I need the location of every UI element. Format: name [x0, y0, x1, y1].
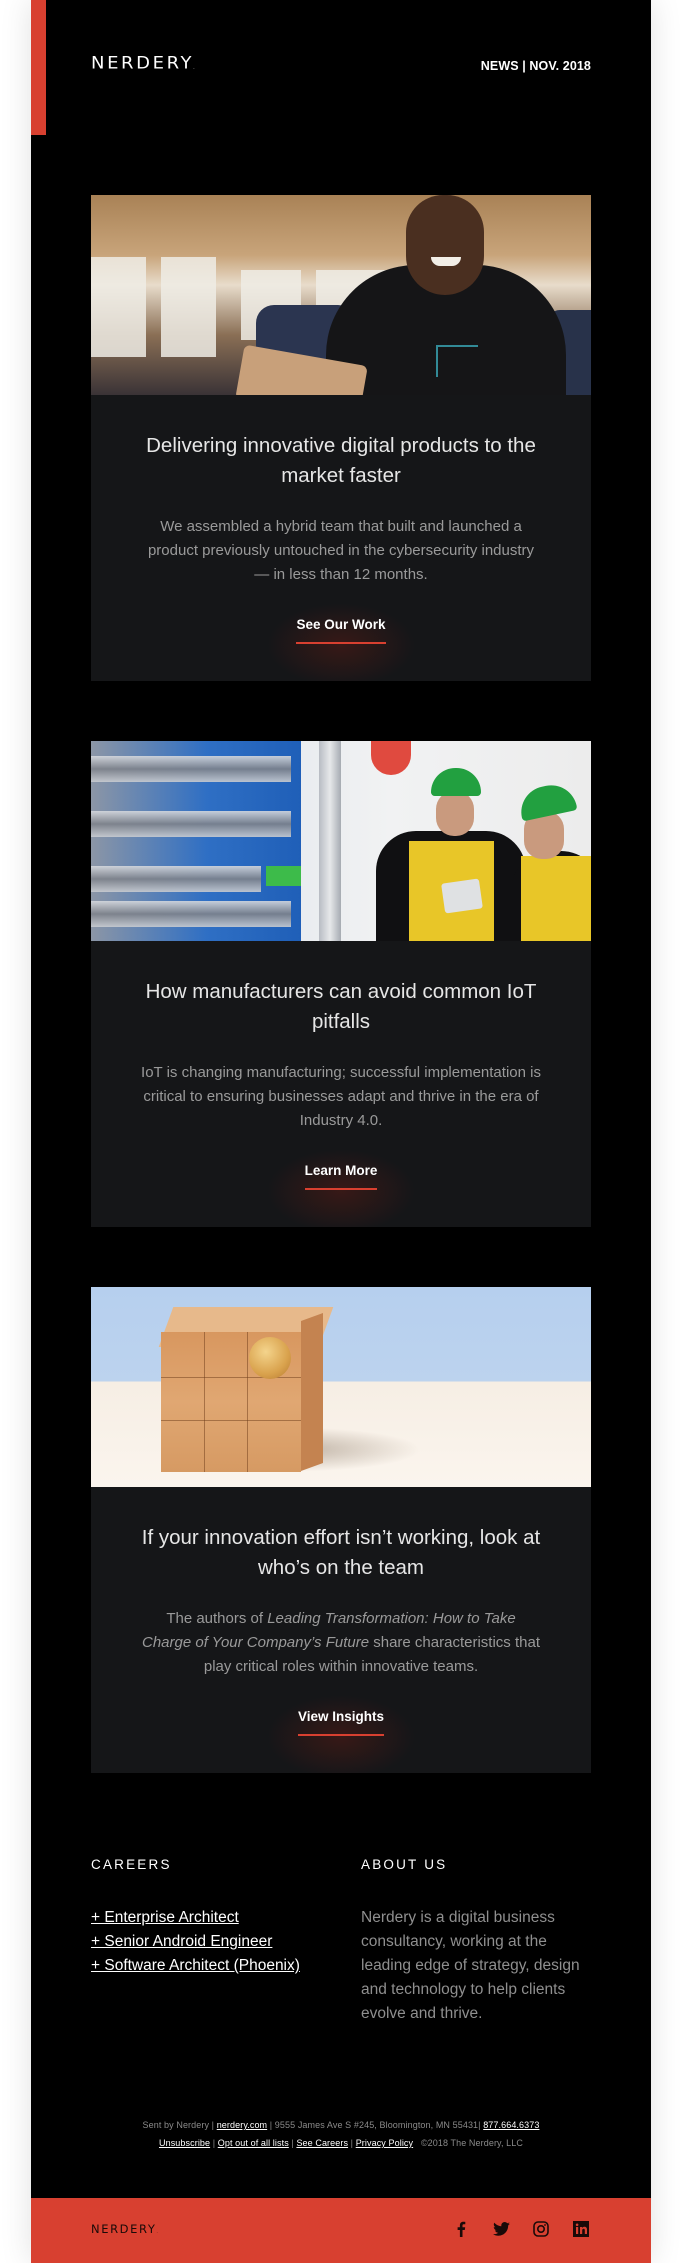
careers-heading: CAREERS — [91, 1857, 172, 1872]
article-title: If your innovation effort isn’t working,… — [141, 1526, 541, 1579]
article-card: If your innovation effort isn’t working,… — [91, 1287, 591, 1773]
image-detail — [436, 791, 474, 836]
image-detail — [436, 345, 478, 377]
email-header: NERDERY. NEWS | NOV. 2018 — [31, 0, 651, 135]
careers-list: + Enterprise Architect + Senior Android … — [91, 1906, 300, 1978]
email-container: NERDERY. NEWS | NOV. 2018 Delivering inn… — [31, 0, 651, 2263]
job-link-senior-android-engineer[interactable]: + Senior Android Engineer — [91, 1930, 300, 1954]
image-detail — [431, 257, 461, 266]
twitter-icon[interactable] — [492, 2220, 510, 2238]
logo-text: NERDERY — [91, 53, 195, 74]
image-detail — [161, 1377, 301, 1378]
about-heading: ABOUT US — [361, 1857, 448, 1872]
opt-out-link[interactable]: Opt out of all lists — [218, 2138, 289, 2148]
article-body: If your innovation effort isn’t working,… — [91, 1487, 591, 1773]
image-detail — [319, 741, 341, 941]
image-detail — [247, 1332, 248, 1472]
image-detail — [266, 866, 301, 886]
view-insights-button[interactable]: View Insights — [297, 1709, 385, 1736]
facebook-icon[interactable] — [452, 2220, 470, 2238]
image-detail — [249, 1337, 291, 1379]
image-detail — [431, 768, 481, 796]
image-detail — [161, 1420, 301, 1421]
cta-wrapper: See Our Work — [91, 616, 591, 644]
separator: | — [210, 2138, 218, 2148]
article-image[interactable] — [91, 1287, 591, 1487]
summary-prefix: The authors of — [166, 1610, 268, 1627]
article-summary: We assembled a hybrid team that built an… — [147, 518, 535, 583]
instagram-glyph — [533, 2221, 549, 2237]
see-careers-link[interactable]: See Careers — [296, 2138, 348, 2148]
image-detail — [91, 257, 146, 357]
image-detail — [521, 856, 591, 941]
about-text: Nerdery is a digital business consultanc… — [361, 1909, 580, 2022]
unsubscribe-link[interactable]: Unsubscribe — [159, 2138, 210, 2148]
image-detail — [406, 195, 484, 295]
job-link-software-architect-phoenix[interactable]: + Software Architect (Phoenix) — [91, 1954, 300, 1978]
cta-wrapper: Learn More — [91, 1162, 591, 1190]
image-detail — [91, 756, 291, 782]
image-detail — [301, 1312, 323, 1472]
linkedin-icon[interactable] — [572, 2220, 590, 2238]
article-title: Delivering innovative digital products t… — [146, 434, 536, 487]
article-image[interactable] — [91, 741, 591, 941]
job-link-enterprise-architect[interactable]: + Enterprise Architect — [91, 1906, 300, 1930]
article-body: Delivering innovative digital products t… — [91, 395, 591, 681]
image-detail — [91, 866, 261, 892]
phone-link[interactable]: 877.664.6373 — [483, 2120, 539, 2130]
footer-logo-text: NERDERY — [91, 2222, 157, 2236]
legal-line-1: Sent by Nerdery | nerdery.com | 9555 Jam… — [31, 2120, 651, 2130]
image-detail — [516, 780, 578, 822]
image-detail — [161, 257, 216, 357]
article-title: How manufacturers can avoid common IoT p… — [145, 980, 537, 1033]
image-detail — [91, 901, 291, 927]
article-body: How manufacturers can avoid common IoT p… — [91, 941, 591, 1227]
separator: | — [348, 2138, 356, 2148]
footer-logo[interactable]: NERDERY. — [91, 2222, 158, 2236]
image-detail — [441, 878, 483, 914]
website-link[interactable]: nerdery.com — [217, 2120, 267, 2130]
learn-more-button[interactable]: Learn More — [304, 1163, 378, 1190]
article-card: Delivering innovative digital products t… — [91, 195, 591, 681]
twitter-glyph — [492, 2222, 510, 2236]
footer-bar: NERDERY. — [31, 2198, 651, 2263]
cta-wrapper: View Insights — [91, 1708, 591, 1736]
copyright-text: ©2018 The Nerdery, LLC — [420, 2138, 523, 2148]
see-our-work-button[interactable]: See Our Work — [296, 617, 386, 644]
article-image[interactable] — [91, 195, 591, 395]
image-detail — [91, 811, 291, 837]
nerdery-logo[interactable]: NERDERY. — [91, 54, 195, 74]
privacy-policy-link[interactable]: Privacy Policy — [356, 2138, 413, 2148]
facebook-glyph — [457, 2221, 466, 2237]
article-card: How manufacturers can avoid common IoT p… — [91, 741, 591, 1227]
image-detail — [204, 1332, 205, 1472]
instagram-icon[interactable] — [532, 2220, 550, 2238]
linkedin-glyph — [573, 2221, 589, 2237]
article-summary: The authors of Leading Transformation: H… — [141, 1607, 541, 1679]
address-text: | 9555 James Ave S #245, Bloomington, MN… — [267, 2120, 484, 2130]
article-summary: IoT is changing manufacturing; successfu… — [141, 1064, 541, 1129]
image-detail — [371, 741, 411, 775]
issue-label: NEWS | NOV. 2018 — [480, 59, 591, 73]
footer-logo-dot: . — [156, 2229, 158, 2234]
legal-line-2: Unsubscribe | Opt out of all lists | See… — [31, 2138, 651, 2148]
sent-by-text: Sent by Nerdery | — [142, 2120, 217, 2130]
logo-dot: . — [193, 64, 195, 71]
